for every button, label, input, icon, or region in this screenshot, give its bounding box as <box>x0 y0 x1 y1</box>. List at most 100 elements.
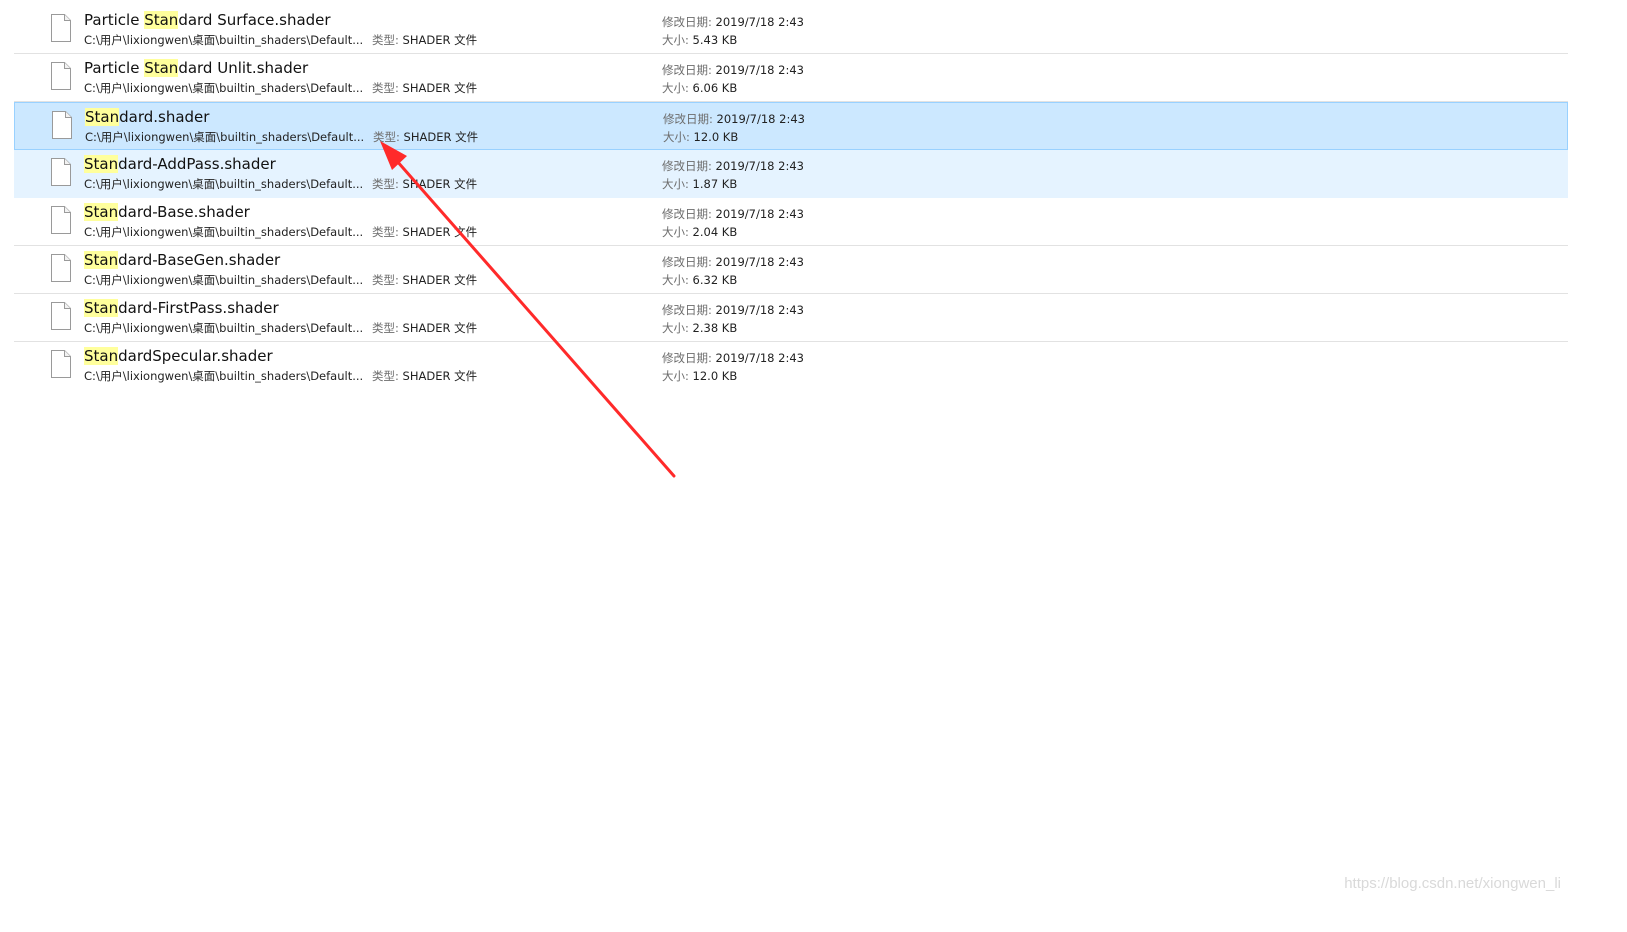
type-label: 类型: <box>372 273 403 287</box>
modified-value: 2019/7/18 2:43 <box>715 351 804 365</box>
search-match-highlight: Stan <box>85 108 120 126</box>
file-name-suffix: dardSpecular.shader <box>118 347 273 365</box>
modified-value: 2019/7/18 2:43 <box>715 207 804 221</box>
type-value: SHADER 文件 <box>402 273 478 287</box>
file-name-prefix: Particle <box>84 11 145 29</box>
result-row-selected[interactable]: Standard.shader C:\用户\lixiongwen\桌面\buil… <box>14 102 1568 150</box>
result-row[interactable]: Standard-Base.shader C:\用户\lixiongwen\桌面… <box>14 198 1568 246</box>
type-value: SHADER 文件 <box>402 225 478 239</box>
watermark: https://blog.csdn.net/xiongwen_li <box>1344 875 1561 892</box>
file-name: Standard-FirstPass.shader <box>84 298 279 318</box>
file-type: 类型: SHADER 文件 <box>372 320 477 336</box>
search-match-highlight: Stan <box>84 203 119 221</box>
size-label: 大小: <box>662 33 693 47</box>
size-value: 6.32 KB <box>692 273 738 287</box>
size-value: 12.0 KB <box>692 369 738 383</box>
type-value: SHADER 文件 <box>402 177 478 191</box>
search-match-highlight: Stan <box>84 155 119 173</box>
modified-date: 修改日期: 2019/7/18 2:43 <box>662 254 804 270</box>
search-results-list: Particle Standard Surface.shader C:\用户\l… <box>14 6 1568 390</box>
file-name: Standard-Base.shader <box>84 202 250 222</box>
file-icon <box>51 14 71 42</box>
size-label: 大小: <box>662 369 693 383</box>
modified-label: 修改日期: <box>662 303 716 317</box>
result-row[interactable]: Standard-FirstPass.shader C:\用户\lixiongw… <box>14 294 1568 342</box>
modified-date: 修改日期: 2019/7/18 2:43 <box>662 14 804 30</box>
file-name-suffix: dard-FirstPass.shader <box>118 299 279 317</box>
file-path: C:\用户\lixiongwen\桌面\builtin_shaders\Defa… <box>84 81 364 95</box>
modified-date: 修改日期: 2019/7/18 2:43 <box>662 206 804 222</box>
file-size: 大小: 12.0 KB <box>662 368 737 384</box>
file-type: 类型: SHADER 文件 <box>373 129 478 145</box>
file-size: 大小: 6.06 KB <box>662 80 737 96</box>
file-type: 类型: SHADER 文件 <box>372 32 477 48</box>
file-icon <box>51 206 71 234</box>
file-icon <box>51 62 71 90</box>
file-path: C:\用户\lixiongwen\桌面\builtin_shaders\Defa… <box>84 177 364 191</box>
file-size: 大小: 1.87 KB <box>662 176 737 192</box>
file-path: C:\用户\lixiongwen\桌面\builtin_shaders\Defa… <box>85 130 365 144</box>
search-match-highlight: Stan <box>144 11 179 29</box>
file-name-suffix: dard-BaseGen.shader <box>118 251 281 269</box>
result-row[interactable]: Particle Standard Surface.shader C:\用户\l… <box>14 6 1568 54</box>
file-name-prefix: Particle <box>84 59 145 77</box>
file-type: 类型: SHADER 文件 <box>372 272 477 288</box>
size-value: 5.43 KB <box>692 33 738 47</box>
result-row[interactable]: Particle Standard Unlit.shader C:\用户\lix… <box>14 54 1568 102</box>
size-value: 1.87 KB <box>692 177 738 191</box>
result-row[interactable]: StandardSpecular.shader C:\用户\lixiongwen… <box>14 342 1568 390</box>
size-value: 6.06 KB <box>692 81 738 95</box>
file-name: StandardSpecular.shader <box>84 346 273 366</box>
modified-date: 修改日期: 2019/7/18 2:43 <box>663 111 805 127</box>
modified-value: 2019/7/18 2:43 <box>715 255 804 269</box>
modified-date: 修改日期: 2019/7/18 2:43 <box>662 302 804 318</box>
file-name-suffix: dard-AddPass.shader <box>118 155 276 173</box>
type-value: SHADER 文件 <box>402 81 478 95</box>
file-type: 类型: SHADER 文件 <box>372 176 477 192</box>
size-label: 大小: <box>662 81 693 95</box>
modified-label: 修改日期: <box>662 15 716 29</box>
modified-value: 2019/7/18 2:43 <box>715 63 804 77</box>
file-name-suffix: dard Surface.shader <box>178 11 331 29</box>
file-size: 大小: 6.32 KB <box>662 272 737 288</box>
size-label: 大小: <box>662 225 693 239</box>
result-row-hover[interactable]: Standard-AddPass.shader C:\用户\lixiongwen… <box>14 150 1568 198</box>
modified-label: 修改日期: <box>662 351 716 365</box>
file-icon <box>51 302 71 330</box>
type-value: SHADER 文件 <box>402 369 478 383</box>
file-icon <box>51 158 71 186</box>
file-path: C:\用户\lixiongwen\桌面\builtin_shaders\Defa… <box>84 273 364 287</box>
search-match-highlight: Stan <box>144 59 179 77</box>
file-size: 大小: 2.38 KB <box>662 320 737 336</box>
file-type: 类型: SHADER 文件 <box>372 80 477 96</box>
modified-value: 2019/7/18 2:43 <box>715 159 804 173</box>
file-name: Standard-BaseGen.shader <box>84 250 280 270</box>
size-label: 大小: <box>662 273 693 287</box>
modified-date: 修改日期: 2019/7/18 2:43 <box>662 62 804 78</box>
result-row[interactable]: Standard-BaseGen.shader C:\用户\lixiongwen… <box>14 246 1568 294</box>
file-name: Particle Standard Unlit.shader <box>84 58 308 78</box>
type-label: 类型: <box>372 225 403 239</box>
file-icon <box>51 350 71 378</box>
file-path: C:\用户\lixiongwen\桌面\builtin_shaders\Defa… <box>84 225 364 239</box>
file-size: 大小: 5.43 KB <box>662 32 737 48</box>
modified-value: 2019/7/18 2:43 <box>715 303 804 317</box>
file-name: Standard-AddPass.shader <box>84 154 276 174</box>
file-path: C:\用户\lixiongwen\桌面\builtin_shaders\Defa… <box>84 321 364 335</box>
modified-label: 修改日期: <box>662 207 716 221</box>
file-name: Particle Standard Surface.shader <box>84 10 331 30</box>
type-label: 类型: <box>372 177 403 191</box>
type-label: 类型: <box>372 81 403 95</box>
modified-value: 2019/7/18 2:43 <box>716 112 805 126</box>
size-label: 大小: <box>662 321 693 335</box>
type-label: 类型: <box>372 321 403 335</box>
type-value: SHADER 文件 <box>403 130 479 144</box>
search-match-highlight: Stan <box>84 251 119 269</box>
file-name-suffix: dard Unlit.shader <box>178 59 309 77</box>
file-icon <box>51 254 71 282</box>
type-label: 类型: <box>372 33 403 47</box>
modified-label: 修改日期: <box>662 63 716 77</box>
file-name-suffix: dard-Base.shader <box>118 203 250 221</box>
type-label: 类型: <box>372 369 403 383</box>
file-size: 大小: 12.0 KB <box>663 129 738 145</box>
